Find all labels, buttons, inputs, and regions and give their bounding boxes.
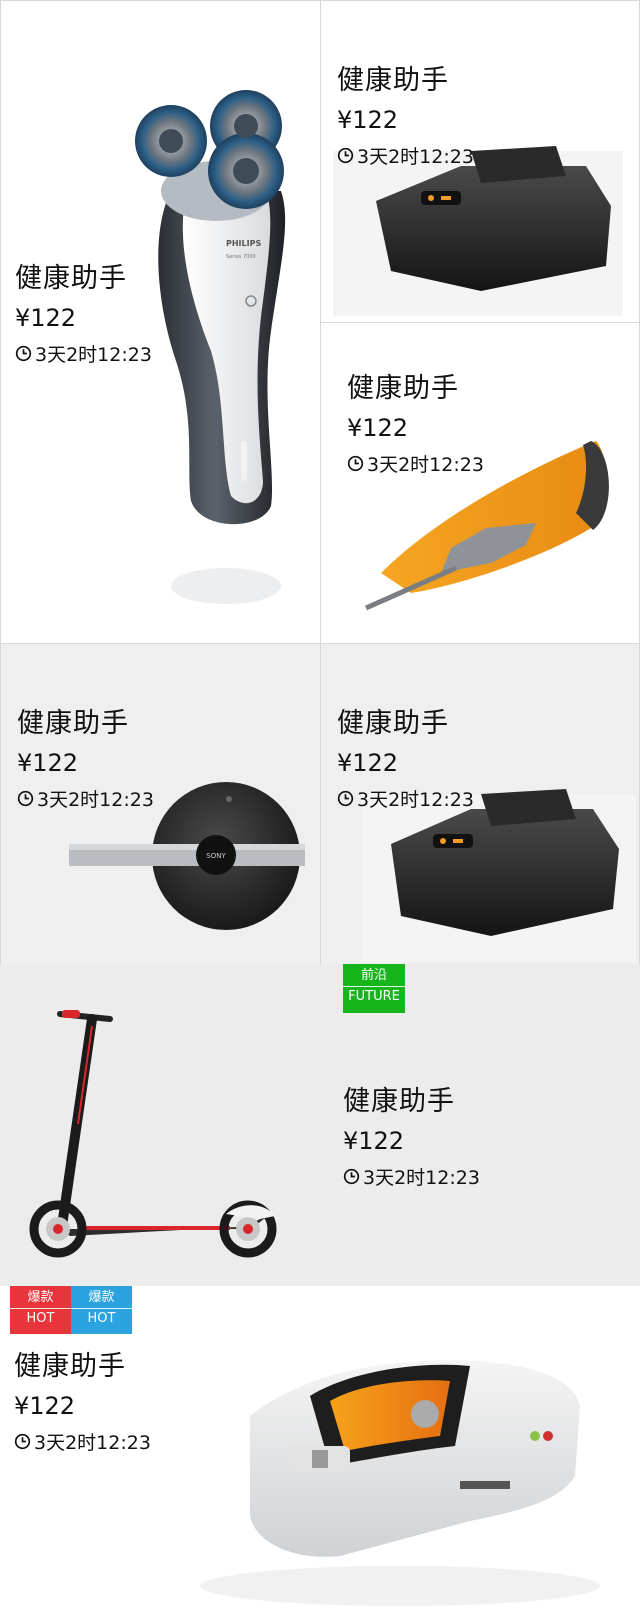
product-title: 健康助手 [17, 708, 129, 739]
product-info: 健康助手 ¥122 3天2时12:23 [347, 373, 484, 477]
countdown-text: 3天2时12:23 [34, 1432, 151, 1455]
hot-badge-blue: 爆款 HOT [71, 1286, 132, 1334]
countdown: 3天2时12:23 [343, 1163, 480, 1190]
product-info: 健康助手 ¥122 3天2时12:23 [337, 65, 474, 169]
clock-icon [14, 1433, 31, 1450]
countdown-text: 3天2时12:23 [37, 789, 154, 812]
product-price: ¥122 [343, 1127, 405, 1156]
product-card-shaver[interactable]: PHILIPS Series 7000 健康助手 ¥122 3天2时12:23 [0, 0, 321, 644]
countdown-text: 3天2时12:23 [363, 1167, 480, 1190]
badge-label-zh: 爆款 [88, 1290, 115, 1305]
svg-text:PHILIPS: PHILIPS [226, 239, 261, 248]
countdown: 3天2时12:23 [17, 785, 154, 812]
hot-badge-red: 爆款 HOT [10, 1286, 71, 1334]
clock-icon [337, 147, 354, 164]
countdown: 3天2时12:23 [347, 450, 484, 477]
product-card-projector-b[interactable]: 健康助手 ¥122 3天2时12:23 [320, 643, 640, 965]
product-info: 健康助手 ¥122 3天2时12:23 [15, 263, 152, 367]
clock-icon [17, 790, 34, 807]
product-title: 健康助手 [343, 1086, 455, 1117]
svg-text:SONY: SONY [206, 852, 226, 860]
product-info: 健康助手 ¥122 3天2时12:23 [14, 1351, 151, 1455]
scooter-image [29, 1010, 277, 1258]
badge-label-en: HOT [10, 1308, 71, 1329]
badge-label-en: FUTURE [343, 986, 405, 1007]
product-price: ¥122 [14, 1392, 76, 1421]
product-title: 健康助手 [14, 1351, 126, 1382]
future-badge: 前沿 FUTURE [343, 964, 405, 1013]
product-card-scooter[interactable]: 前沿 FUTURE 健康助手 ¥122 3天2时12:23 [0, 964, 640, 1286]
product-info: 健康助手 ¥122 3天2时12:23 [337, 708, 474, 812]
countdown-text: 3天2时12:23 [357, 789, 474, 812]
product-price: ¥122 [337, 749, 399, 778]
badge-label-zh: 前沿 [360, 968, 387, 983]
clock-icon [337, 790, 354, 807]
clock-icon [347, 455, 364, 472]
countdown: 3天2时12:23 [14, 1428, 151, 1455]
svg-text:Series 7000: Series 7000 [226, 254, 256, 260]
product-price: ¥122 [337, 106, 399, 135]
product-price: ¥122 [347, 414, 409, 443]
orange-device-image [364, 441, 609, 611]
product-info: 健康助手 ¥122 3天2时12:23 [343, 1086, 480, 1190]
product-title: 健康助手 [337, 65, 449, 96]
countdown-text: 3天2时12:23 [357, 146, 474, 169]
clock-icon [15, 345, 32, 362]
product-card-sony-disc[interactable]: SONY 健康助手 ¥122 3天2时12:23 [0, 643, 321, 965]
badge-label-en: HOT [71, 1308, 132, 1329]
badge-label-zh: 爆款 [27, 1290, 54, 1305]
product-title: 健康助手 [347, 373, 459, 404]
countdown-text: 3天2时12:23 [35, 344, 152, 367]
product-card-handheld[interactable]: 爆款 HOT 爆款 HOT 健康助手 ¥122 3天2时12:23 [0, 1286, 640, 1610]
clock-icon [343, 1168, 360, 1185]
countdown: 3天2时12:23 [15, 340, 152, 367]
countdown: 3天2时12:23 [337, 785, 474, 812]
product-card-projector-a[interactable]: 健康助手 ¥122 3天2时12:23 [320, 0, 640, 323]
product-title: 健康助手 [15, 263, 127, 294]
product-info: 健康助手 ¥122 3天2时12:23 [17, 708, 154, 812]
product-card-orange-device[interactable]: 健康助手 ¥122 3天2时12:23 [320, 322, 640, 644]
product-price: ¥122 [17, 749, 79, 778]
product-title: 健康助手 [337, 708, 449, 739]
countdown: 3天2时12:23 [337, 142, 474, 169]
product-price: ¥122 [15, 304, 77, 333]
countdown-text: 3天2时12:23 [367, 454, 484, 477]
